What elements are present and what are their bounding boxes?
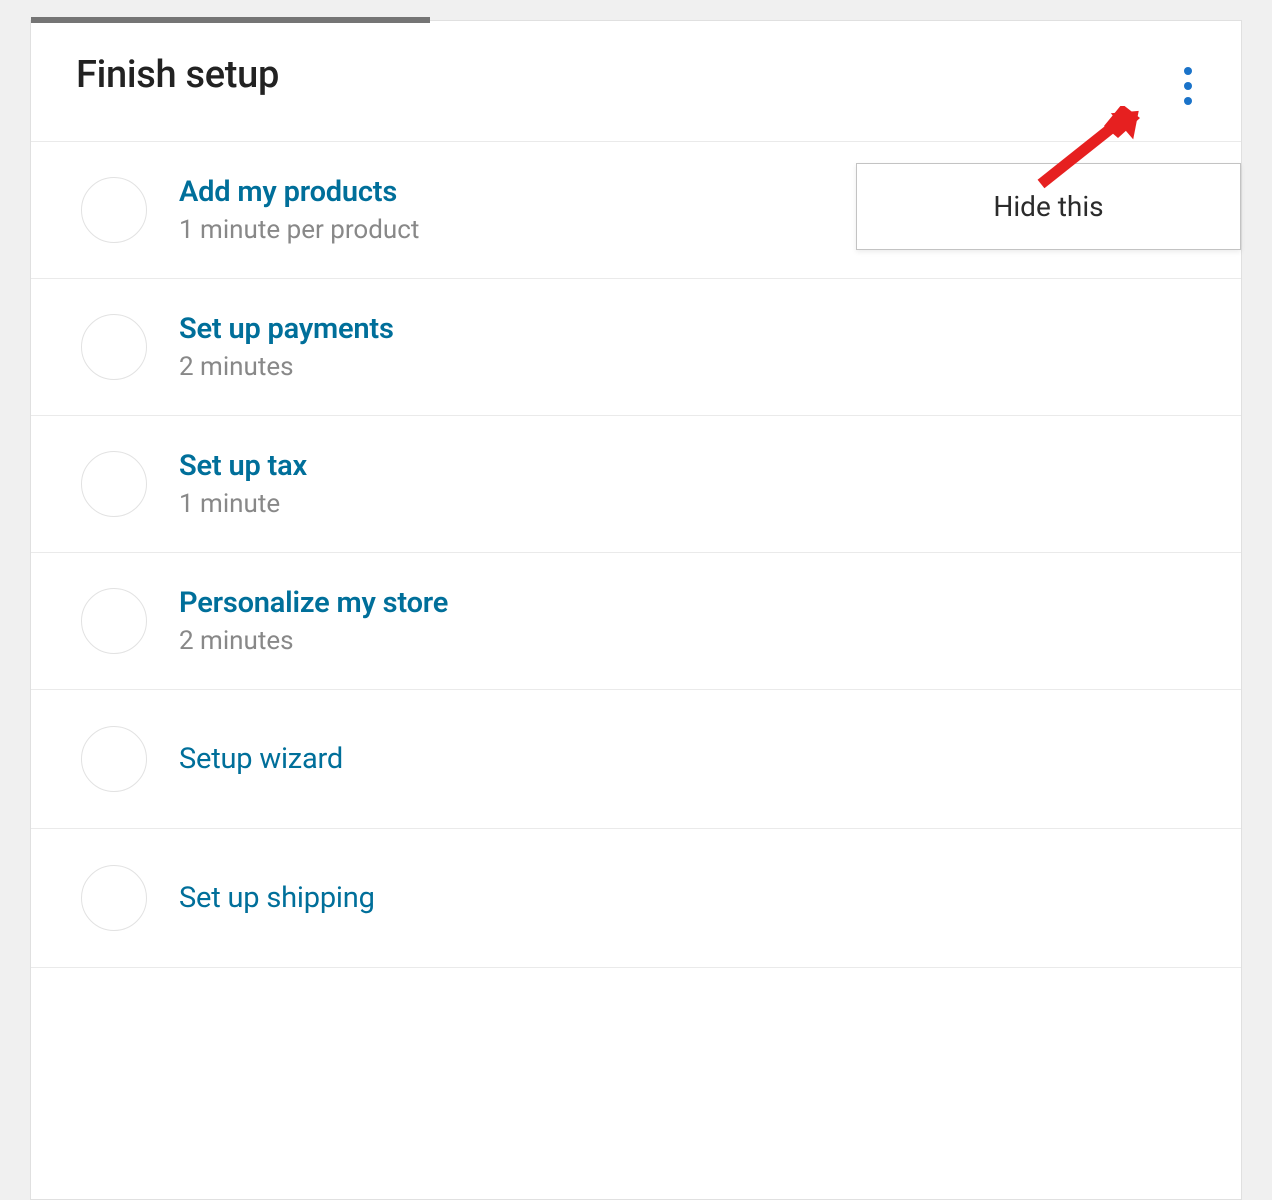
more-vertical-icon (1184, 97, 1192, 105)
panel-header: Finish setup (31, 21, 1241, 142)
task-subtitle: 1 minute per product (179, 215, 419, 245)
task-status-circle-icon (81, 451, 147, 517)
task-text: Personalize my store 2 minutes (179, 586, 448, 656)
task-set-up-payments[interactable]: Set up payments 2 minutes (31, 279, 1241, 416)
task-title[interactable]: Add my products (179, 175, 419, 209)
task-title[interactable]: Set up payments (179, 312, 394, 346)
task-set-up-tax[interactable]: Set up tax 1 minute (31, 416, 1241, 553)
page-title: Finish setup (76, 53, 279, 97)
task-text: Set up tax 1 minute (179, 449, 307, 519)
task-text: Set up payments 2 minutes (179, 312, 394, 382)
task-text: Add my products 1 minute per product (179, 175, 419, 245)
task-subtitle: 2 minutes (179, 352, 394, 382)
task-text: Set up shipping (179, 881, 375, 915)
task-subtitle: 1 minute (179, 489, 307, 519)
task-text: Setup wizard (179, 742, 343, 776)
task-title[interactable]: Set up shipping (179, 881, 375, 915)
options-popover: Hide this (856, 163, 1241, 250)
task-status-circle-icon (81, 865, 147, 931)
task-title[interactable]: Setup wizard (179, 742, 343, 776)
hide-this-option[interactable]: Hide this (857, 164, 1240, 249)
task-subtitle: 2 minutes (179, 626, 448, 656)
more-options-button[interactable] (1180, 59, 1196, 113)
task-status-circle-icon (81, 314, 147, 380)
task-setup-wizard[interactable]: Setup wizard (31, 690, 1241, 829)
task-title[interactable]: Set up tax (179, 449, 307, 483)
task-status-circle-icon (81, 588, 147, 654)
more-vertical-icon (1184, 67, 1192, 75)
task-personalize-my-store[interactable]: Personalize my store 2 minutes (31, 553, 1241, 690)
task-title[interactable]: Personalize my store (179, 586, 448, 620)
setup-task-list: Add my products 1 minute per product Set… (31, 142, 1241, 968)
task-status-circle-icon (81, 726, 147, 792)
more-vertical-icon (1184, 82, 1192, 90)
task-set-up-shipping[interactable]: Set up shipping (31, 829, 1241, 968)
task-status-circle-icon (81, 177, 147, 243)
finish-setup-panel: Finish setup Hide this Add my products 1… (30, 20, 1242, 1200)
